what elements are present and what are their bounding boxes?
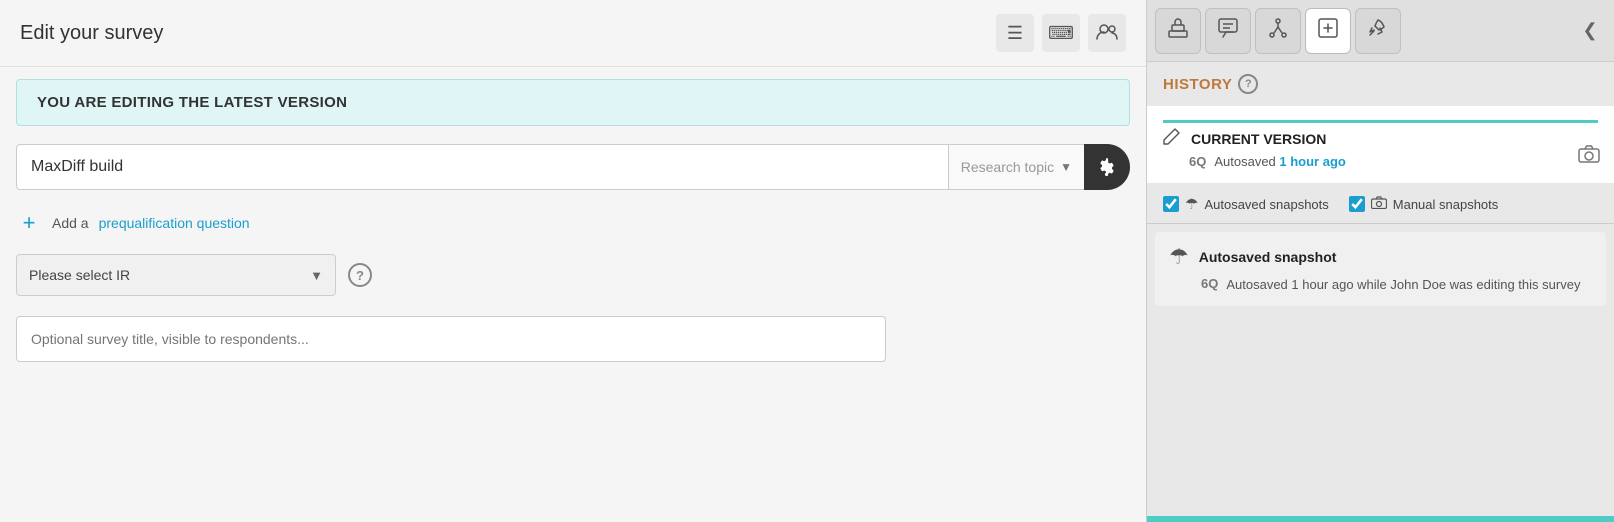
keyboard-icon-button[interactable]: ⌨ <box>1042 14 1080 52</box>
survey-name-input[interactable] <box>16 144 948 190</box>
ir-dropdown-label: Please select IR <box>29 267 130 283</box>
history-title: HISTORY <box>1163 76 1232 93</box>
research-topic-select[interactable]: Research topic ▼ <box>948 144 1084 190</box>
autosaved-filter-label: Autosaved snapshots <box>1204 197 1328 212</box>
snapshot-title: Autosaved snapshot <box>1199 249 1337 265</box>
help-users-icon-button[interactable] <box>1088 14 1126 52</box>
optional-title-input[interactable] <box>16 316 886 362</box>
prequal-row: + Add a prequalification question <box>16 210 1130 236</box>
research-topic-label: Research topic <box>961 159 1054 175</box>
camera-filter-icon <box>1371 196 1387 213</box>
manual-filter-label: Manual snapshots <box>1393 197 1499 212</box>
header-icons: ☰ ⌨ <box>996 14 1126 52</box>
manual-checkbox[interactable] <box>1349 196 1365 212</box>
snapshot-card: ☂ Autosaved snapshot 6Q Autosaved 1 hour… <box>1155 232 1606 306</box>
umbrella-icon: ☂ <box>1185 195 1198 213</box>
keyboard-icon: ⌨ <box>1048 23 1074 44</box>
history-help-button[interactable]: ? <box>1238 74 1258 94</box>
sidebar: ❮ HISTORY ? CURRENT VERSION 6Q Autosaved… <box>1146 0 1614 522</box>
optional-title-row <box>16 316 1130 362</box>
ir-help-icon[interactable]: ? <box>348 263 372 287</box>
autosaved-checkbox[interactable] <box>1163 196 1179 212</box>
rocket-icon <box>1367 17 1389 45</box>
sidebar-toolbar: ❮ <box>1147 0 1614 62</box>
pencil-icon <box>1163 127 1181 150</box>
snapshot-umbrella-icon: ☂ <box>1169 244 1189 270</box>
publish-button[interactable] <box>1355 8 1401 54</box>
ir-dropdown[interactable]: Please select IR ▼ <box>16 254 336 296</box>
expand-icon <box>1317 17 1339 45</box>
version-banner: YOU ARE EDITING THE LATEST VERSION <box>16 79 1130 126</box>
prequal-prefix: Add a <box>52 215 89 231</box>
current-version-card: CURRENT VERSION 6Q Autosaved 1 hour ago <box>1147 106 1614 183</box>
snapshot-q-count: 6Q <box>1201 276 1218 291</box>
add-prequal-button[interactable]: + <box>16 210 42 236</box>
ir-select-row: Please select IR ▼ ? <box>16 254 1130 296</box>
page-title: Edit your survey <box>20 22 163 45</box>
snapshot-filters: ☂ Autosaved snapshots Manual snapshots <box>1147 185 1614 224</box>
camera-icon[interactable] <box>1578 145 1600 169</box>
header: Edit your survey ☰ ⌨ <box>0 0 1146 67</box>
ir-dropdown-chevron: ▼ <box>310 268 323 283</box>
expand-button[interactable] <box>1305 8 1351 54</box>
comment-button[interactable] <box>1205 8 1251 54</box>
current-version-q-count: 6Q <box>1189 154 1206 169</box>
main-area: Edit your survey ☰ ⌨ YOU A <box>0 0 1146 522</box>
library-icon <box>1167 17 1189 45</box>
bottom-cyan-bar <box>1147 516 1614 522</box>
gear-toggle-button[interactable] <box>1084 144 1130 190</box>
sidebar-history-header: HISTORY ? <box>1147 62 1614 106</box>
autosaved-filter[interactable]: ☂ Autosaved snapshots <box>1163 195 1329 213</box>
research-topic-chevron: ▼ <box>1060 160 1072 174</box>
snapshot-description: Autosaved 1 hour ago while John Doe was … <box>1226 276 1580 294</box>
comment-icon <box>1217 17 1239 45</box>
library-button[interactable] <box>1155 8 1201 54</box>
fork-icon <box>1267 17 1289 45</box>
help-users-icon <box>1096 22 1118 45</box>
list-icon-button[interactable]: ☰ <box>996 14 1034 52</box>
sidebar-collapse-button[interactable]: ❮ <box>1574 8 1606 54</box>
list-icon: ☰ <box>1007 23 1023 44</box>
manual-filter[interactable]: Manual snapshots <box>1349 196 1499 213</box>
fork-button[interactable] <box>1255 8 1301 54</box>
current-version-saved-text: Autosaved 1 hour ago <box>1214 154 1346 169</box>
version-banner-text: YOU ARE EDITING THE LATEST VERSION <box>37 94 347 111</box>
prequal-link[interactable]: prequalification question <box>99 215 250 231</box>
chevron-left-icon: ❮ <box>1582 20 1597 41</box>
plus-icon: + <box>23 212 36 234</box>
current-version-label: CURRENT VERSION <box>1191 131 1326 147</box>
survey-name-row: Research topic ▼ <box>16 144 1130 190</box>
